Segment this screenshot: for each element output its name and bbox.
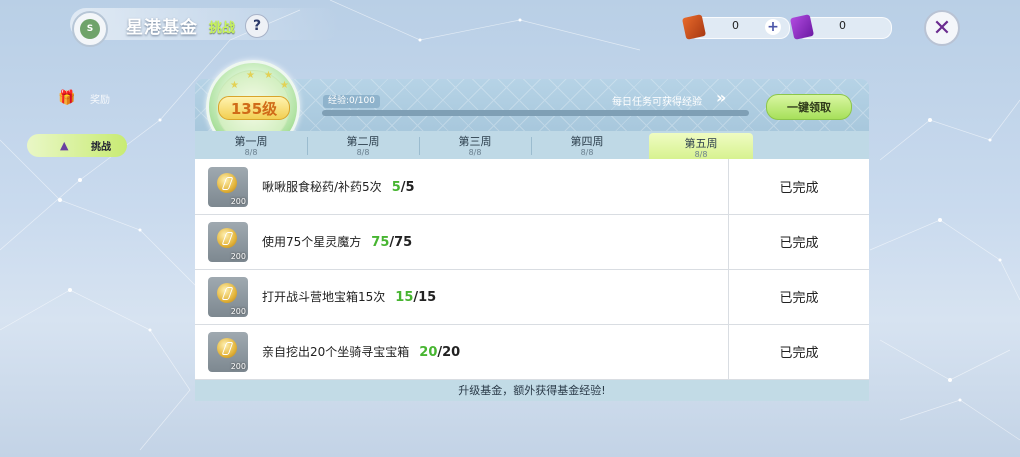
exp-crystal-icon: [217, 338, 237, 358]
level-text: 135级: [230, 99, 278, 118]
tab-week-2[interactable]: 第二周 8/8: [307, 131, 419, 159]
star-icon: ★: [230, 80, 239, 91]
task-description: 亲自挖出20个坐骑寻宝宝箱: [262, 345, 410, 359]
reward-qty: 200: [230, 252, 246, 261]
tab-label: 第二周: [346, 135, 380, 148]
task-progress: 75/75: [371, 235, 412, 250]
task-text: 啾啾服食秘药/补药5次 5/5: [262, 178, 415, 195]
task-progress-total: /75: [389, 235, 413, 250]
task-progress-current: 5: [391, 180, 401, 195]
tab-week-5[interactable]: 第五周 8/8: [649, 133, 753, 159]
task-row: 200 亲自挖出20个坐骑寻宝宝箱 20/20 已完成: [195, 324, 869, 380]
tab-week-4[interactable]: 第四周 8/8: [531, 131, 643, 159]
exp-progress-bar: [322, 110, 749, 116]
tab-label: 第一周: [234, 135, 268, 148]
page-subtitle: 挑战: [209, 21, 236, 36]
task-row: 200 啾啾服食秘药/补药5次 5/5 已完成: [195, 159, 869, 215]
task-description: 啾啾服食秘药/补药5次: [262, 180, 382, 194]
exp-label: 经验:0/100: [323, 95, 380, 108]
currency-1-value: 0: [732, 19, 739, 32]
reward-qty: 200: [230, 362, 246, 371]
task-description: 使用75个星灵魔方: [262, 235, 362, 249]
task-progress: 5/5: [392, 180, 415, 195]
sidebar-item-label: 奖励: [90, 94, 110, 106]
tab-count: 8/8: [580, 148, 594, 157]
task-progress-total: /5: [400, 180, 415, 195]
task-status: 已完成: [779, 181, 819, 196]
task-row: 200 使用75个星灵魔方 75/75 已完成: [195, 214, 869, 270]
task-row: 200 打开战斗营地宝箱15次 15/15 已完成: [195, 269, 869, 325]
sidebar-item-challenge[interactable]: ▲ 挑战: [27, 134, 127, 157]
task-description: 打开战斗营地宝箱15次: [262, 290, 386, 304]
reward-item[interactable]: 200: [208, 332, 248, 372]
task-text: 使用75个星灵魔方 75/75: [262, 233, 412, 250]
task-status: 已完成: [779, 346, 819, 361]
star-icon: ★: [246, 70, 255, 81]
reward-qty: 200: [230, 197, 246, 206]
exp-crystal-icon: [217, 228, 237, 248]
task-progress: 20/20: [419, 345, 460, 360]
week-tabs: 第一周 8/8 第二周 8/8 第三周 8/8 第四周 8/8 第五周 8/8: [195, 131, 869, 159]
close-button[interactable]: ✕: [924, 10, 960, 46]
currency-2-value: 0: [839, 19, 846, 32]
task-status: 已完成: [779, 236, 819, 251]
task-status: 已完成: [779, 291, 819, 306]
gift-icon: 🎁: [58, 90, 76, 106]
exp-crystal-icon: [217, 283, 237, 303]
trophy-icon: ▲: [60, 138, 69, 152]
task-progress-total: /20: [437, 345, 461, 360]
help-button[interactable]: ?: [245, 14, 269, 38]
orange-ticket-icon: [681, 14, 707, 40]
claim-all-button[interactable]: 一键领取: [766, 94, 852, 120]
tab-label: 第三周: [458, 135, 492, 148]
add-currency-button[interactable]: +: [765, 19, 781, 35]
reward-item[interactable]: 200: [208, 222, 248, 262]
tab-label: 第五周: [684, 137, 718, 150]
double-chevron-right-icon[interactable]: »: [716, 88, 726, 107]
task-progress-current: 20: [419, 345, 438, 360]
title-band: [70, 8, 340, 40]
tab-week-1[interactable]: 第一周 8/8: [195, 131, 307, 159]
purple-ticket-icon: [789, 14, 815, 40]
reward-item[interactable]: 200: [208, 277, 248, 317]
task-text: 打开战斗营地宝箱15次 15/15: [262, 288, 436, 305]
daily-hint: 每日任务可获得经验: [612, 97, 702, 108]
star-icon: ★: [280, 80, 289, 91]
tab-label: 第四周: [570, 135, 604, 148]
task-progress-current: 75: [371, 235, 390, 250]
fund-logo-icon: S: [80, 19, 100, 39]
fund-logo: S: [72, 11, 108, 47]
tab-count: 8/8: [244, 148, 258, 157]
tab-week-3[interactable]: 第三周 8/8: [419, 131, 531, 159]
reward-item[interactable]: 200: [208, 167, 248, 207]
exp-crystal-icon: [217, 173, 237, 193]
level-ribbon: 135级: [218, 96, 290, 120]
sidebar-item-label: 挑战: [91, 142, 111, 153]
page-title: 星港基金: [126, 18, 198, 38]
task-progress: 15/15: [395, 290, 436, 305]
task-progress-current: 15: [395, 290, 414, 305]
tab-count: 8/8: [356, 148, 370, 157]
task-progress-total: /15: [413, 290, 437, 305]
task-list: 200 啾啾服食秘药/补药5次 5/5 已完成 200 使用75个星灵魔方 75/7…: [195, 159, 869, 380]
reward-qty: 200: [230, 307, 246, 316]
star-icon: ★: [264, 70, 273, 81]
task-text: 亲自挖出20个坐骑寻宝宝箱 20/20: [262, 343, 460, 360]
tab-count: 8/8: [468, 148, 482, 157]
sidebar-item-rewards[interactable]: 🎁 奖励: [58, 88, 148, 108]
footer-hint: 升级基金，额外获得基金经验!: [195, 380, 869, 401]
